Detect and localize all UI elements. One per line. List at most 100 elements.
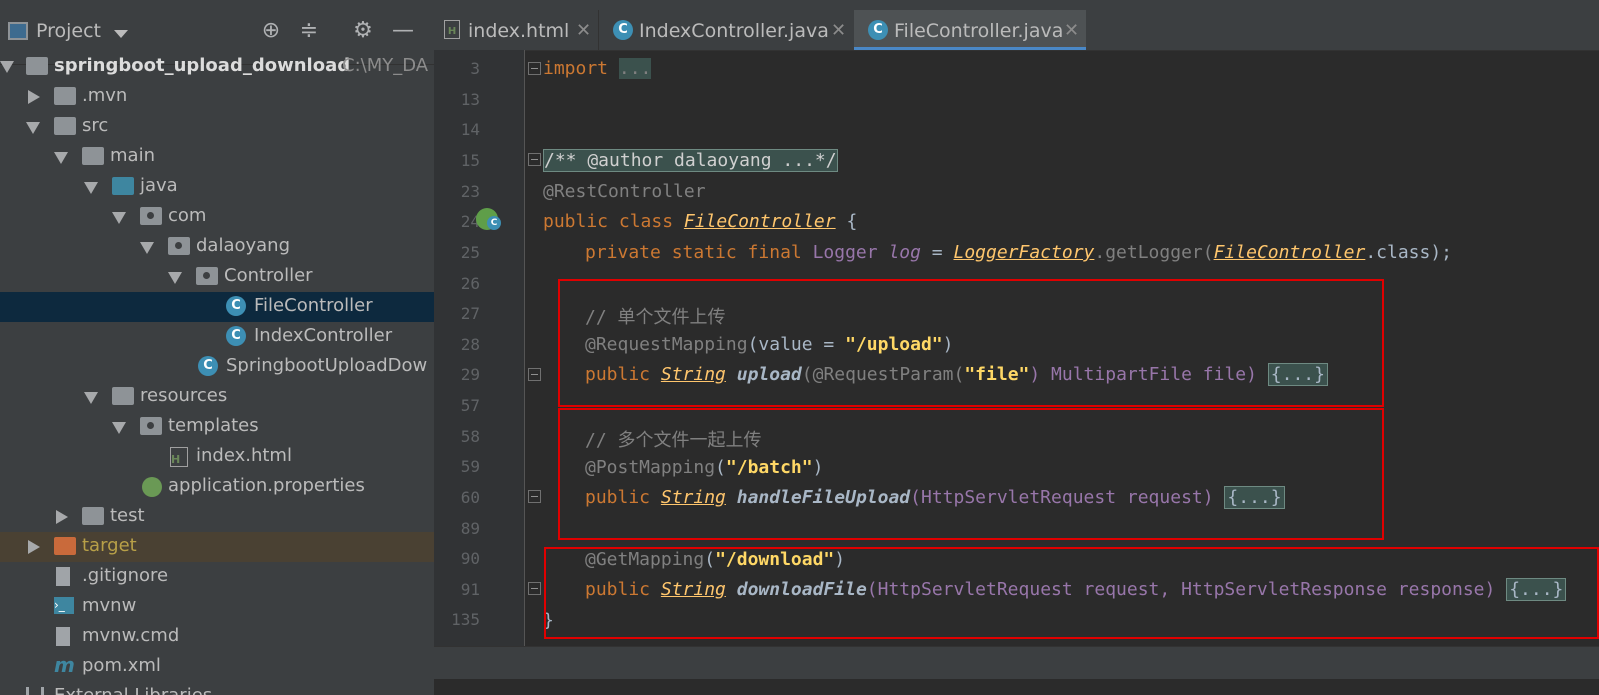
tree-item-path: C:\MY_DA xyxy=(342,55,429,76)
close-icon[interactable]: ✕ xyxy=(576,20,591,41)
tree-item-java[interactable]: java xyxy=(0,172,434,202)
line-number: 23 xyxy=(460,182,480,201)
tree-item-application-properties[interactable]: application.properties xyxy=(0,472,434,502)
locate-target-icon[interactable]: ⊕ xyxy=(258,18,284,44)
line-number: 29 xyxy=(460,365,480,384)
tree-item-mvn[interactable]: .mvn xyxy=(0,82,434,112)
tree-item-external-libraries[interactable]: External Libraries xyxy=(0,682,434,695)
code-line-25[interactable]: private static final Logger log = Logger… xyxy=(585,242,1452,263)
tree-item-label: IndexController xyxy=(254,325,393,346)
line-number: 60 xyxy=(460,488,480,507)
fold-marker-icon[interactable] xyxy=(528,368,541,381)
tree-item-label: .mvn xyxy=(82,85,128,106)
class-ref: FileController xyxy=(1213,242,1366,263)
package-icon xyxy=(168,237,190,255)
tree-item-label: test xyxy=(110,505,145,526)
code-line-3[interactable]: import ... xyxy=(543,58,652,79)
expand-arrow-icon[interactable] xyxy=(112,422,126,434)
tab-filecontroller[interactable]: C FileController.java ✕ xyxy=(854,10,1086,50)
tree-item-gitignore[interactable]: .gitignore xyxy=(0,562,434,592)
fold-marker-icon[interactable] xyxy=(528,490,541,503)
close-icon[interactable]: ✕ xyxy=(831,20,846,41)
tree-item-label: index.html xyxy=(196,445,292,466)
gear-icon[interactable]: ⚙ xyxy=(350,18,376,44)
keyword: private static final xyxy=(585,242,802,263)
collapse-arrow-icon[interactable] xyxy=(28,540,40,554)
excluded-folder-icon xyxy=(54,537,76,555)
tree-item-root[interactable]: springboot_upload_download C:\MY_DA xyxy=(0,52,434,82)
tree-item-label: SpringbootUploadDow xyxy=(226,355,428,376)
tree-item-index-html[interactable]: H index.html xyxy=(0,442,434,472)
spring-properties-icon xyxy=(142,477,162,497)
fold-marker-icon[interactable] xyxy=(528,62,541,75)
tree-item-label: src xyxy=(82,115,109,136)
tree-item-test[interactable]: test xyxy=(0,502,434,532)
tree-item-main[interactable]: main xyxy=(0,142,434,172)
tree-item-filecontroller[interactable]: C FileController xyxy=(0,292,434,322)
fold-marker-icon[interactable] xyxy=(528,153,541,166)
tab-index-html[interactable]: H index.html ✕ xyxy=(434,10,598,50)
tree-item-label: .gitignore xyxy=(82,565,169,586)
expand-arrow-icon[interactable] xyxy=(112,212,126,224)
class-icon: C xyxy=(613,20,633,40)
tab-label: index.html xyxy=(468,20,570,42)
expand-arrow-icon[interactable] xyxy=(54,152,68,164)
tree-item-templates[interactable]: templates xyxy=(0,412,434,442)
tree-item-label: application.properties xyxy=(168,475,365,496)
tree-item-com[interactable]: com xyxy=(0,202,434,232)
line-number: 27 xyxy=(460,304,480,323)
operator: = xyxy=(920,242,954,263)
library-icon xyxy=(26,687,44,695)
html-file-icon: H xyxy=(170,447,188,467)
tree-item-indexcontroller[interactable]: C IndexController xyxy=(0,322,434,352)
code-line-24[interactable]: public class FileController { xyxy=(543,211,857,232)
fold-marker-icon[interactable] xyxy=(528,582,541,595)
expand-arrow-icon[interactable] xyxy=(26,122,40,134)
tree-item-src[interactable]: src xyxy=(0,112,434,142)
tree-item-label: templates xyxy=(168,415,259,436)
code-line-23[interactable]: @RestController xyxy=(543,181,706,202)
collapse-arrow-icon[interactable] xyxy=(28,90,40,104)
chevron-down-icon[interactable] xyxy=(114,30,128,38)
highlight-box-upload xyxy=(558,279,1384,407)
type: Logger xyxy=(801,242,889,263)
tree-item-label: springboot_upload_download xyxy=(54,55,351,76)
close-icon[interactable]: ✕ xyxy=(1064,20,1079,41)
collapse-all-icon[interactable]: ≑ xyxy=(296,18,322,44)
tree-item-application-class[interactable]: C SpringbootUploadDow xyxy=(0,352,434,382)
tree-item-pom[interactable]: m pom.xml xyxy=(0,652,434,682)
keyword: import xyxy=(543,58,609,79)
folded-javadoc[interactable]: /** @author dalaoyang ...*/ xyxy=(543,149,838,172)
tree-item-label: resources xyxy=(140,385,228,406)
method-call: .getLogger( xyxy=(1094,242,1214,263)
editor-tabs: H index.html ✕ C IndexController.java ✕ … xyxy=(434,10,1599,51)
folded-imports[interactable]: ... xyxy=(618,58,652,79)
tree-item-resources[interactable]: resources xyxy=(0,382,434,412)
tree-item-label: java xyxy=(140,175,178,196)
tree-item-dalaoyang[interactable]: dalaoyang xyxy=(0,232,434,262)
expand-arrow-icon[interactable] xyxy=(168,272,182,284)
line-number: 26 xyxy=(460,274,480,293)
expand-arrow-icon[interactable] xyxy=(0,61,14,73)
tree-item-mvnw[interactable]: ›_ mvnw xyxy=(0,592,434,622)
project-view-icon[interactable] xyxy=(8,22,28,40)
brace: { xyxy=(835,211,858,232)
tree-item-label: mvnw.cmd xyxy=(82,625,180,646)
code-line-15[interactable]: /** @author dalaoyang ...*/ xyxy=(543,149,838,172)
collapse-arrow-icon[interactable] xyxy=(56,510,68,524)
tree-item-target[interactable]: target xyxy=(0,532,434,562)
expand-arrow-icon[interactable] xyxy=(84,392,98,404)
project-panel-title[interactable]: Project xyxy=(36,20,101,42)
tab-indexcontroller[interactable]: C IndexController.java ✕ xyxy=(598,10,855,50)
line-number: 57 xyxy=(460,396,480,415)
terminal-file-icon: ›_ xyxy=(54,597,74,614)
expand-arrow-icon[interactable] xyxy=(140,242,154,254)
expand-arrow-icon[interactable] xyxy=(84,182,98,194)
text-file-icon xyxy=(56,627,70,646)
project-panel: Project ⊕ ≑ ⚙ — springboot_upload_downlo… xyxy=(0,0,434,695)
line-number: 25 xyxy=(460,243,480,262)
class-icon: C xyxy=(226,326,246,346)
tree-item-controller[interactable]: Controller xyxy=(0,262,434,292)
minimize-icon[interactable]: — xyxy=(390,18,416,44)
tree-item-mvnw-cmd[interactable]: mvnw.cmd xyxy=(0,622,434,652)
